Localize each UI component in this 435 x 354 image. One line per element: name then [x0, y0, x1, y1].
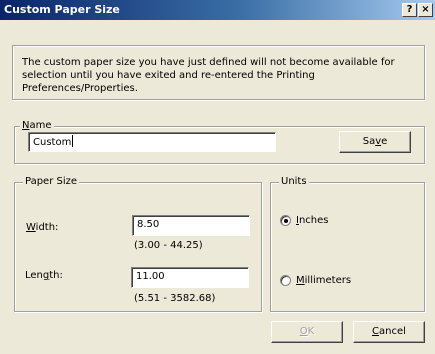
inches-radio-dot	[284, 219, 288, 223]
width-label: Width:	[26, 222, 59, 233]
title-bar[interactable]: Custom Paper Size ? ×	[0, 0, 435, 20]
info-message: The custom paper size you have just defi…	[22, 57, 395, 94]
cancel-button[interactable]: Cancel	[353, 321, 425, 343]
inches-radio[interactable]	[280, 215, 291, 226]
text-caret	[72, 135, 74, 147]
name-input[interactable]: Custom	[28, 132, 276, 152]
custom-paper-size-dialog: Custom Paper Size ? × The custom paper s…	[0, 0, 435, 354]
length-range: (5.51 - 3582.68)	[134, 293, 216, 304]
inches-label[interactable]: Inches	[296, 215, 329, 226]
length-label: Length:	[25, 270, 63, 281]
units-label: Units	[279, 176, 309, 187]
length-input[interactable]: 11.00	[131, 267, 249, 288]
name-group-label: Name	[20, 120, 54, 131]
width-range: (3.00 - 44.25)	[134, 240, 203, 251]
help-button[interactable]: ?	[402, 3, 417, 17]
paper-size-label: Paper Size	[23, 176, 80, 187]
window-title: Custom Paper Size	[4, 3, 120, 16]
width-input[interactable]: 8.50	[132, 215, 250, 236]
millimeters-label[interactable]: Millimeters	[296, 275, 351, 286]
millimeters-radio[interactable]	[280, 275, 291, 286]
close-button[interactable]: ×	[418, 3, 433, 17]
units-frame	[270, 182, 425, 312]
save-button[interactable]: Save	[339, 131, 411, 153]
ok-button[interactable]: OK	[271, 321, 343, 343]
